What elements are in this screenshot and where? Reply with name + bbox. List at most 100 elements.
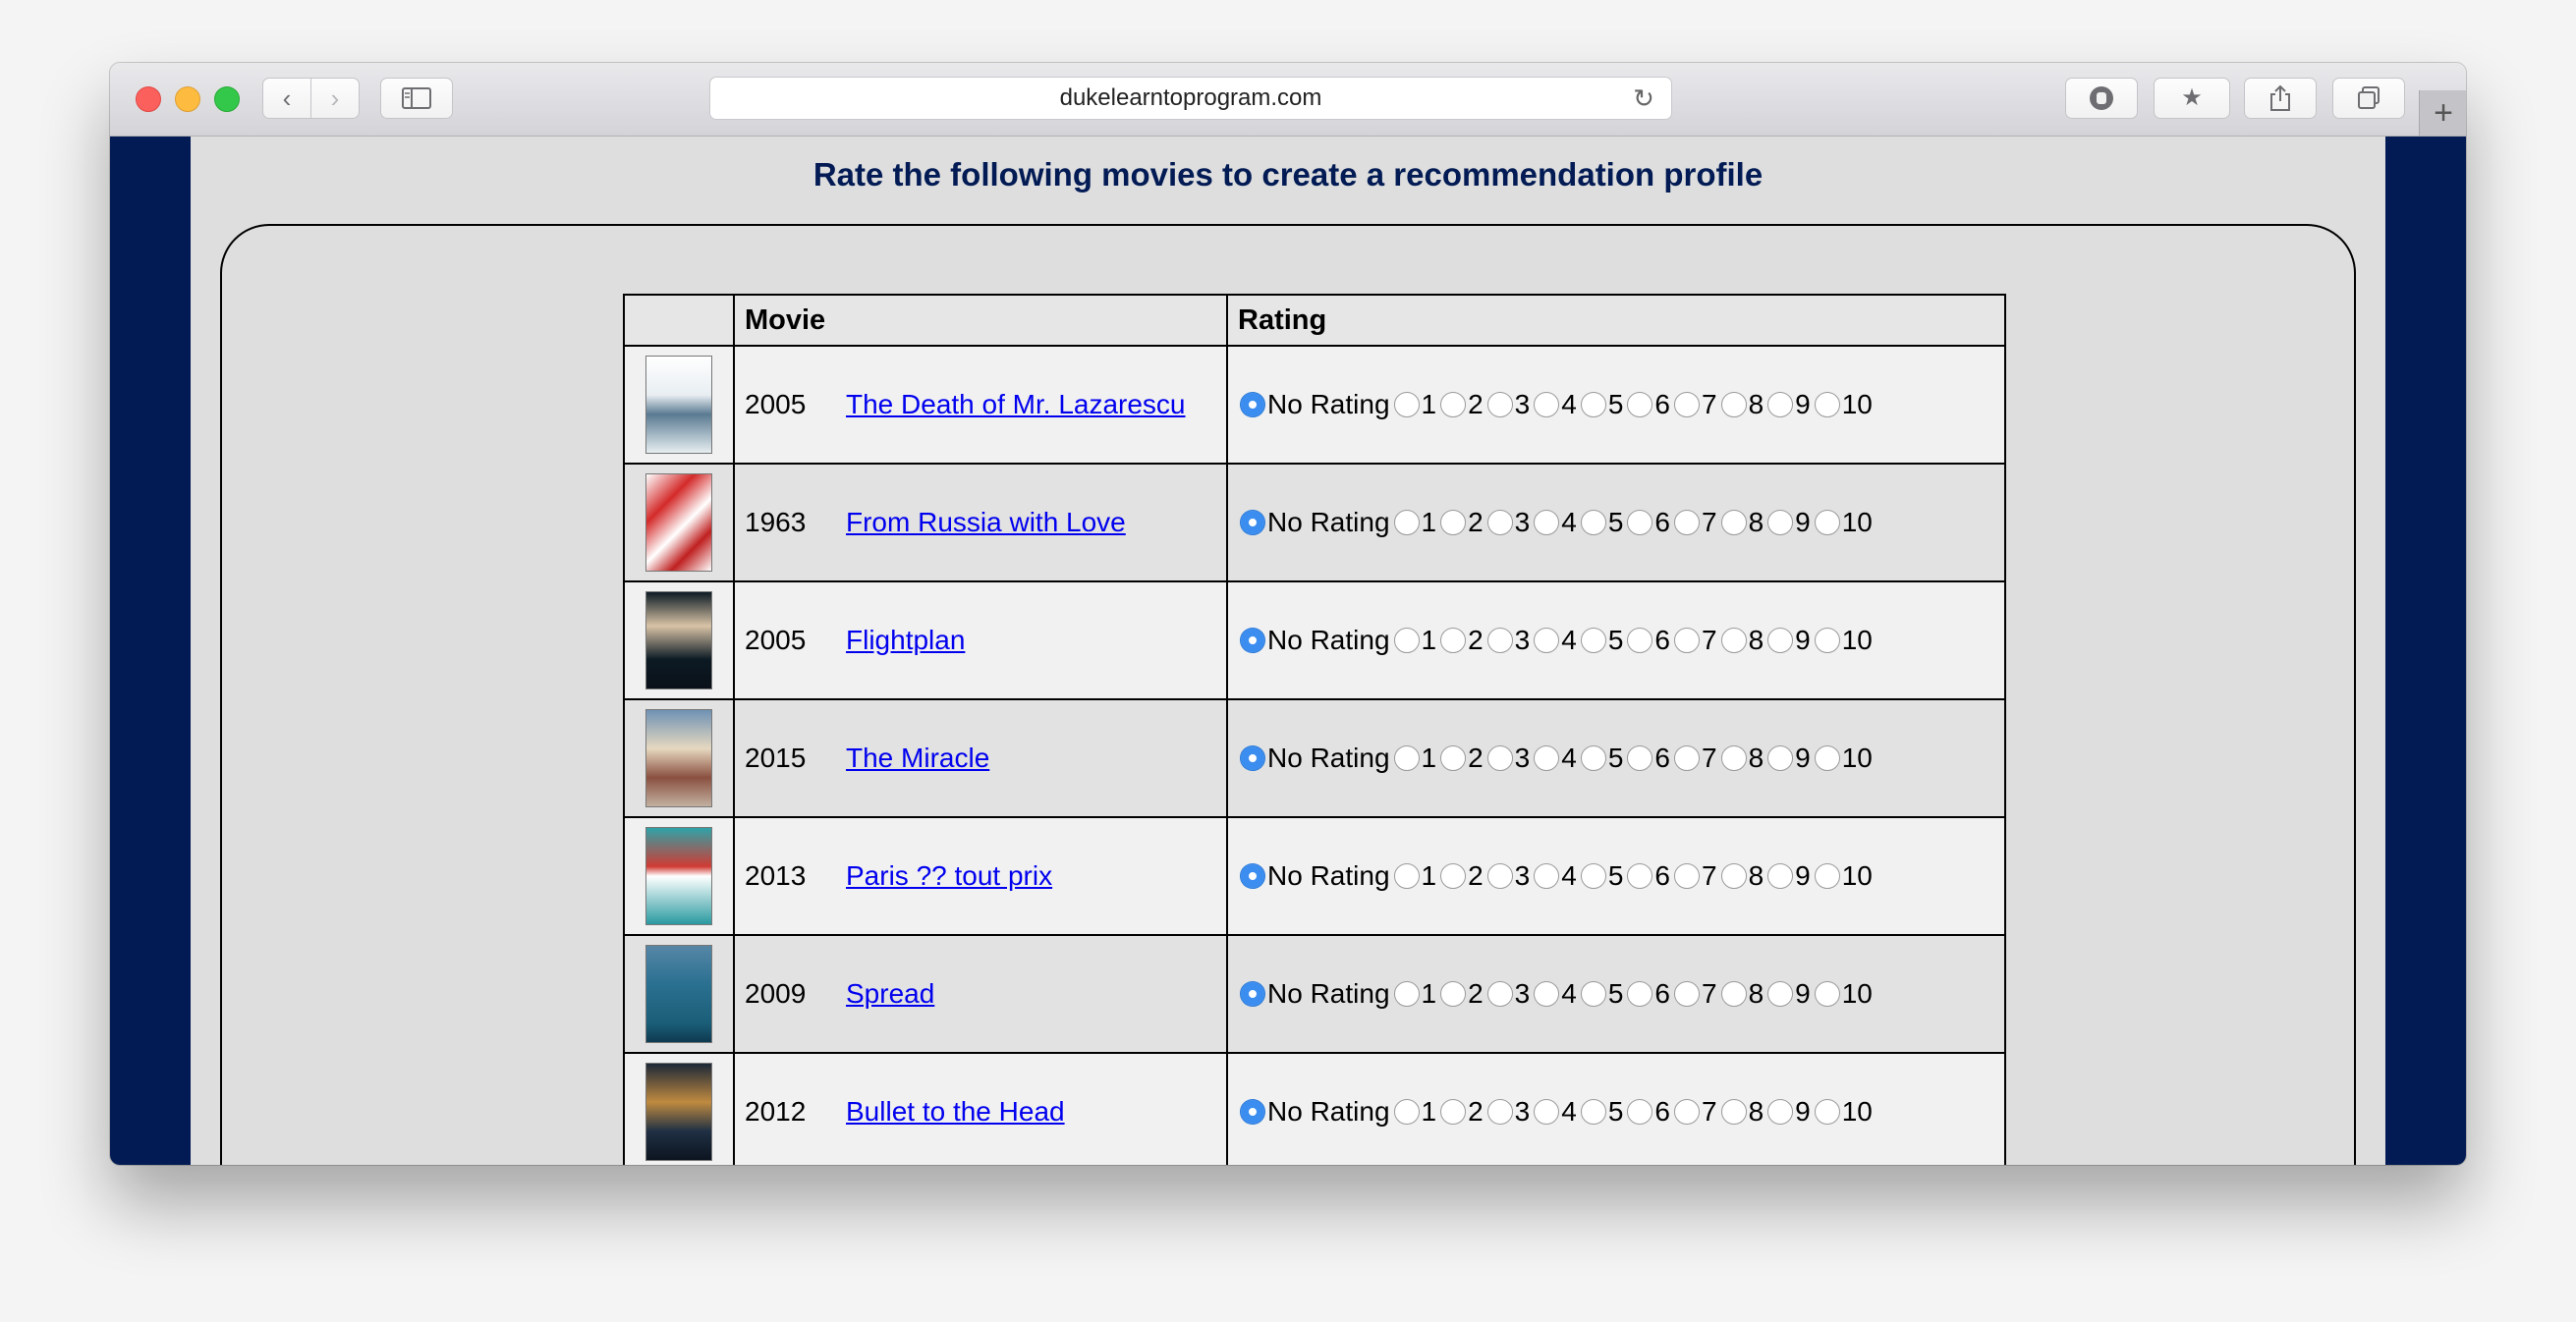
rating-option[interactable]: 1 <box>1393 389 1436 420</box>
rating-radio[interactable] <box>1440 510 1467 535</box>
rating-option[interactable]: 2 <box>1440 507 1484 538</box>
rating-radio[interactable] <box>1580 392 1606 417</box>
rating-radio[interactable] <box>1534 981 1560 1007</box>
rating-option[interactable]: 2 <box>1440 860 1484 892</box>
rating-radio[interactable] <box>1767 392 1794 417</box>
rating-option[interactable]: 3 <box>1486 625 1530 656</box>
rating-option[interactable]: 9 <box>1767 625 1811 656</box>
rating-option[interactable]: 10 <box>1814 507 1873 538</box>
rating-radio[interactable] <box>1673 981 1700 1007</box>
rating-option[interactable]: 10 <box>1814 860 1873 892</box>
rating-radio[interactable] <box>1580 745 1606 771</box>
rating-radio[interactable] <box>1393 628 1420 653</box>
rating-option[interactable]: No Rating <box>1240 625 1390 656</box>
rating-radio[interactable] <box>1440 392 1467 417</box>
rating-option[interactable]: 8 <box>1720 743 1764 774</box>
rating-radio[interactable] <box>1814 1099 1840 1125</box>
rating-radio[interactable] <box>1814 981 1840 1007</box>
rating-option[interactable]: 7 <box>1673 507 1717 538</box>
rating-radio[interactable] <box>1534 1099 1560 1125</box>
rating-radio[interactable] <box>1240 392 1265 417</box>
rating-radio[interactable] <box>1767 628 1794 653</box>
rating-radio[interactable] <box>1767 863 1794 889</box>
share-button[interactable] <box>2244 78 2317 119</box>
rating-option[interactable]: 7 <box>1673 743 1717 774</box>
rating-option[interactable]: 1 <box>1393 743 1436 774</box>
rating-option[interactable]: 9 <box>1767 389 1811 420</box>
rating-radio[interactable] <box>1240 745 1265 771</box>
rating-radio[interactable] <box>1580 863 1606 889</box>
rating-option[interactable]: No Rating <box>1240 389 1390 420</box>
rating-option[interactable]: 6 <box>1627 389 1670 420</box>
rating-option[interactable]: 4 <box>1534 389 1577 420</box>
rating-radio[interactable] <box>1534 510 1560 535</box>
rating-option[interactable]: No Rating <box>1240 507 1390 538</box>
movie-title-link[interactable]: Spread <box>846 978 934 1010</box>
rating-radio[interactable] <box>1240 981 1265 1007</box>
reload-icon[interactable]: ↻ <box>1630 83 1657 113</box>
movie-title-link[interactable]: From Russia with Love <box>846 507 1126 538</box>
rating-radio[interactable] <box>1627 981 1653 1007</box>
rating-option[interactable]: 5 <box>1580 1096 1623 1128</box>
rating-radio[interactable] <box>1580 1099 1606 1125</box>
rating-option[interactable]: 1 <box>1393 1096 1436 1128</box>
rating-option[interactable]: 7 <box>1673 625 1717 656</box>
zoom-window-button[interactable] <box>214 86 240 112</box>
rating-option[interactable]: 3 <box>1486 860 1530 892</box>
movie-title-link[interactable]: The Death of Mr. Lazarescu <box>846 389 1186 420</box>
minimize-window-button[interactable] <box>175 86 200 112</box>
rating-radio[interactable] <box>1393 745 1420 771</box>
rating-radio[interactable] <box>1486 1099 1513 1125</box>
bookmark-button[interactable]: ★ <box>2154 78 2230 119</box>
close-window-button[interactable] <box>136 86 161 112</box>
rating-radio[interactable] <box>1534 863 1560 889</box>
new-tab-button[interactable]: + <box>2419 90 2466 136</box>
rating-radio[interactable] <box>1627 392 1653 417</box>
rating-option[interactable]: 6 <box>1627 1096 1670 1128</box>
rating-option[interactable]: 2 <box>1440 978 1484 1010</box>
rating-radio[interactable] <box>1814 510 1840 535</box>
rating-option[interactable]: 9 <box>1767 743 1811 774</box>
rating-radio[interactable] <box>1440 863 1467 889</box>
rating-radio[interactable] <box>1534 745 1560 771</box>
rating-option[interactable]: 9 <box>1767 507 1811 538</box>
address-bar[interactable]: dukelearntoprogram.com ↻ <box>709 77 1672 120</box>
rating-option[interactable]: 7 <box>1673 1096 1717 1128</box>
rating-radio[interactable] <box>1673 1099 1700 1125</box>
rating-option[interactable]: 10 <box>1814 1096 1873 1128</box>
rating-radio[interactable] <box>1720 510 1747 535</box>
rating-radio[interactable] <box>1393 392 1420 417</box>
rating-option[interactable]: 10 <box>1814 625 1873 656</box>
rating-option[interactable]: 3 <box>1486 743 1530 774</box>
rating-option[interactable]: 10 <box>1814 743 1873 774</box>
rating-radio[interactable] <box>1720 863 1747 889</box>
rating-option[interactable]: 5 <box>1580 743 1623 774</box>
rating-radio[interactable] <box>1767 1099 1794 1125</box>
rating-radio[interactable] <box>1240 1099 1265 1125</box>
rating-radio[interactable] <box>1534 392 1560 417</box>
rating-option[interactable]: 1 <box>1393 507 1436 538</box>
rating-radio[interactable] <box>1486 392 1513 417</box>
forward-button[interactable]: › <box>310 78 360 119</box>
rating-radio[interactable] <box>1767 981 1794 1007</box>
rating-option[interactable]: No Rating <box>1240 860 1390 892</box>
rating-option[interactable]: 2 <box>1440 625 1484 656</box>
rating-option[interactable]: 6 <box>1627 743 1670 774</box>
rating-option[interactable]: No Rating <box>1240 1096 1390 1128</box>
rating-radio[interactable] <box>1580 510 1606 535</box>
rating-option[interactable]: 10 <box>1814 389 1873 420</box>
rating-option[interactable]: 4 <box>1534 625 1577 656</box>
rating-option[interactable]: 7 <box>1673 389 1717 420</box>
rating-radio[interactable] <box>1486 745 1513 771</box>
rating-radio[interactable] <box>1440 628 1467 653</box>
rating-option[interactable]: 3 <box>1486 507 1530 538</box>
rating-radio[interactable] <box>1720 981 1747 1007</box>
rating-radio[interactable] <box>1440 1099 1467 1125</box>
extension-button[interactable] <box>2065 78 2138 119</box>
rating-option[interactable]: 6 <box>1627 625 1670 656</box>
rating-option[interactable]: 6 <box>1627 860 1670 892</box>
tabs-overview-button[interactable] <box>2332 78 2405 119</box>
rating-option[interactable]: 5 <box>1580 507 1623 538</box>
rating-option[interactable]: 8 <box>1720 625 1764 656</box>
rating-option[interactable]: 1 <box>1393 978 1436 1010</box>
